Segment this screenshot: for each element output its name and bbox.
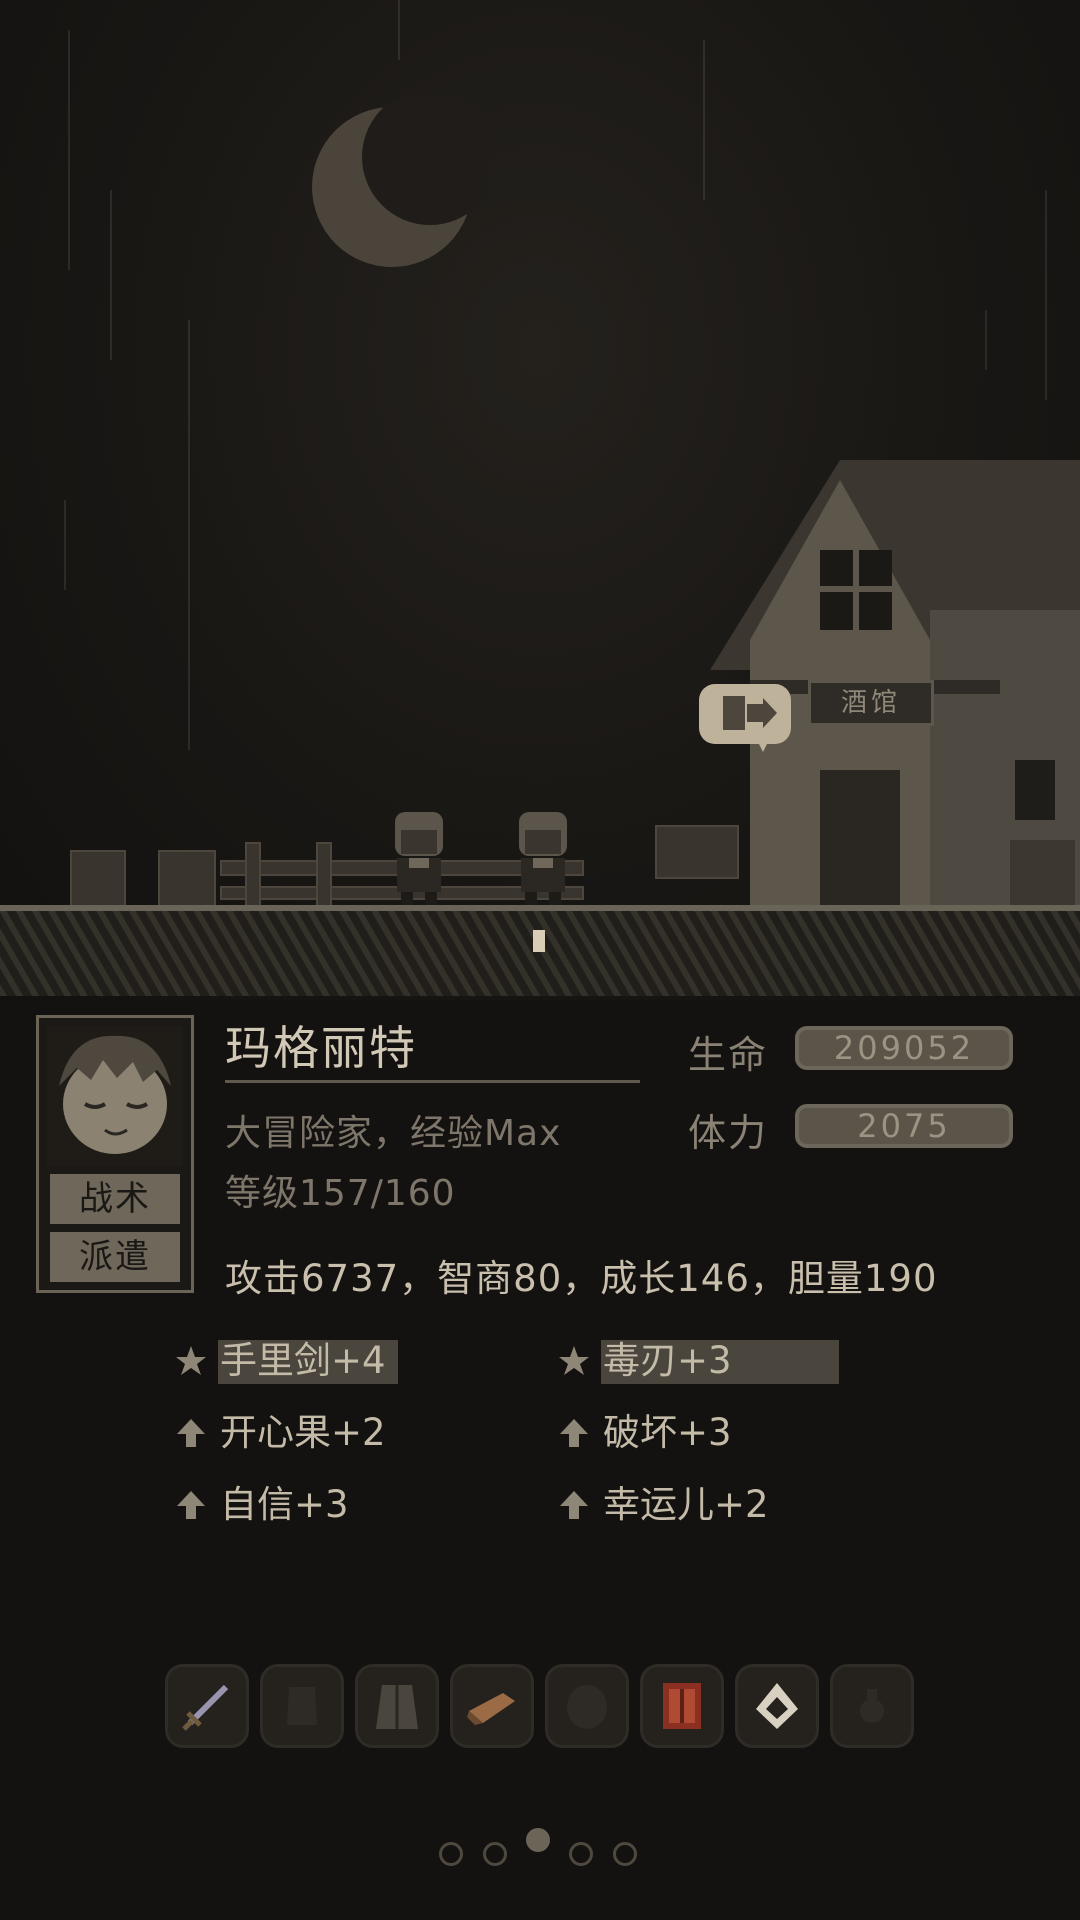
- boots-icon: [467, 1693, 515, 1725]
- skill-item[interactable]: 毒刃+3: [557, 1338, 857, 1384]
- hp-label: 生命: [688, 1033, 769, 1077]
- potion-empty-icon: [860, 1689, 884, 1723]
- page-dot[interactable]: [613, 1842, 637, 1866]
- enter-door-bubble[interactable]: [697, 682, 793, 754]
- rain-streak: [68, 30, 70, 270]
- page-dot[interactable]: [439, 1842, 463, 1866]
- skill-item[interactable]: 开心果+2: [174, 1410, 474, 1456]
- equipment-slot-ring[interactable]: [735, 1664, 819, 1748]
- rain-streak: [398, 0, 400, 60]
- up-arrow-icon: [560, 1491, 588, 1519]
- tavern-building[interactable]: [690, 440, 1080, 910]
- hp-value: 209052: [795, 1026, 1013, 1070]
- character-portrait: [47, 1026, 183, 1166]
- adventurer-character[interactable]: [507, 808, 579, 908]
- page-dot-active[interactable]: [526, 1828, 550, 1852]
- star-icon: [559, 1346, 589, 1375]
- fence-post: [316, 842, 332, 912]
- barrel: [158, 850, 216, 912]
- portrait-panel: 战术 派遣: [36, 1015, 194, 1293]
- book-icon: [663, 1683, 701, 1729]
- rain-streak: [64, 500, 66, 590]
- armor-empty-icon: [287, 1687, 317, 1725]
- skill-item[interactable]: 手里剑+4: [174, 1338, 474, 1384]
- name-divider: [225, 1080, 640, 1083]
- equipment-slot-armor[interactable]: [260, 1664, 344, 1748]
- page-dot[interactable]: [483, 1842, 507, 1866]
- up-arrow-icon: [177, 1491, 205, 1519]
- equipment-slot-weapon[interactable]: [165, 1664, 249, 1748]
- up-arrow-icon: [560, 1419, 588, 1447]
- attribute-summary: 攻击6737，智商80，成长146，胆量190: [225, 1257, 938, 1300]
- cloak-empty-icon: [567, 1685, 607, 1729]
- tactics-button[interactable]: 战术: [50, 1174, 180, 1224]
- rain-streak: [985, 310, 987, 370]
- skill-label: 毒刃+3: [603, 1339, 732, 1382]
- rain-streak: [110, 190, 112, 360]
- character-name: 玛格丽特: [225, 1021, 417, 1075]
- character-level: 等级157/160: [225, 1173, 456, 1214]
- star-icon: [176, 1346, 206, 1375]
- sword-icon: [182, 1684, 229, 1731]
- rain-streak: [703, 40, 705, 200]
- dispatch-button[interactable]: 派遣: [50, 1232, 180, 1282]
- equipment-slot-boots[interactable]: [450, 1664, 534, 1748]
- page-dot[interactable]: [569, 1842, 593, 1866]
- adventurer-character[interactable]: [383, 808, 455, 908]
- rain-streak: [1045, 190, 1047, 400]
- skill-item[interactable]: 破坏+3: [557, 1410, 857, 1456]
- skill-label: 破坏+3: [603, 1411, 732, 1454]
- up-arrow-icon: [177, 1419, 205, 1447]
- equipment-slot-potion[interactable]: [830, 1664, 914, 1748]
- position-marker: [533, 930, 545, 952]
- crescent-moon: [312, 95, 490, 267]
- equipment-slot-robe[interactable]: [355, 1664, 439, 1748]
- rain-streak: [188, 320, 190, 750]
- page-indicator: [437, 1828, 647, 1876]
- skill-item[interactable]: 幸运儿+2: [557, 1482, 857, 1528]
- ring-icon: [756, 1683, 798, 1729]
- robe-icon: [376, 1685, 418, 1729]
- night-scene: 酒馆: [0, 0, 1080, 1000]
- skill-item[interactable]: 自信+3: [174, 1482, 474, 1528]
- stamina-label: 体力: [688, 1111, 769, 1155]
- equipment-slot-book[interactable]: [640, 1664, 724, 1748]
- barrel: [70, 850, 126, 912]
- stamina-value: 2075: [795, 1104, 1013, 1148]
- skill-label: 自信+3: [220, 1483, 349, 1526]
- equipment-bar: [165, 1664, 915, 1748]
- character-title: 大冒险家，经验Max: [225, 1113, 562, 1154]
- skill-label: 幸运儿+2: [603, 1483, 769, 1526]
- tavern-sign: 酒馆: [808, 680, 934, 726]
- fence-post: [245, 842, 261, 912]
- skill-label: 手里剑+4: [220, 1339, 386, 1382]
- equipment-slot-cloak[interactable]: [545, 1664, 629, 1748]
- skill-label: 开心果+2: [220, 1411, 386, 1454]
